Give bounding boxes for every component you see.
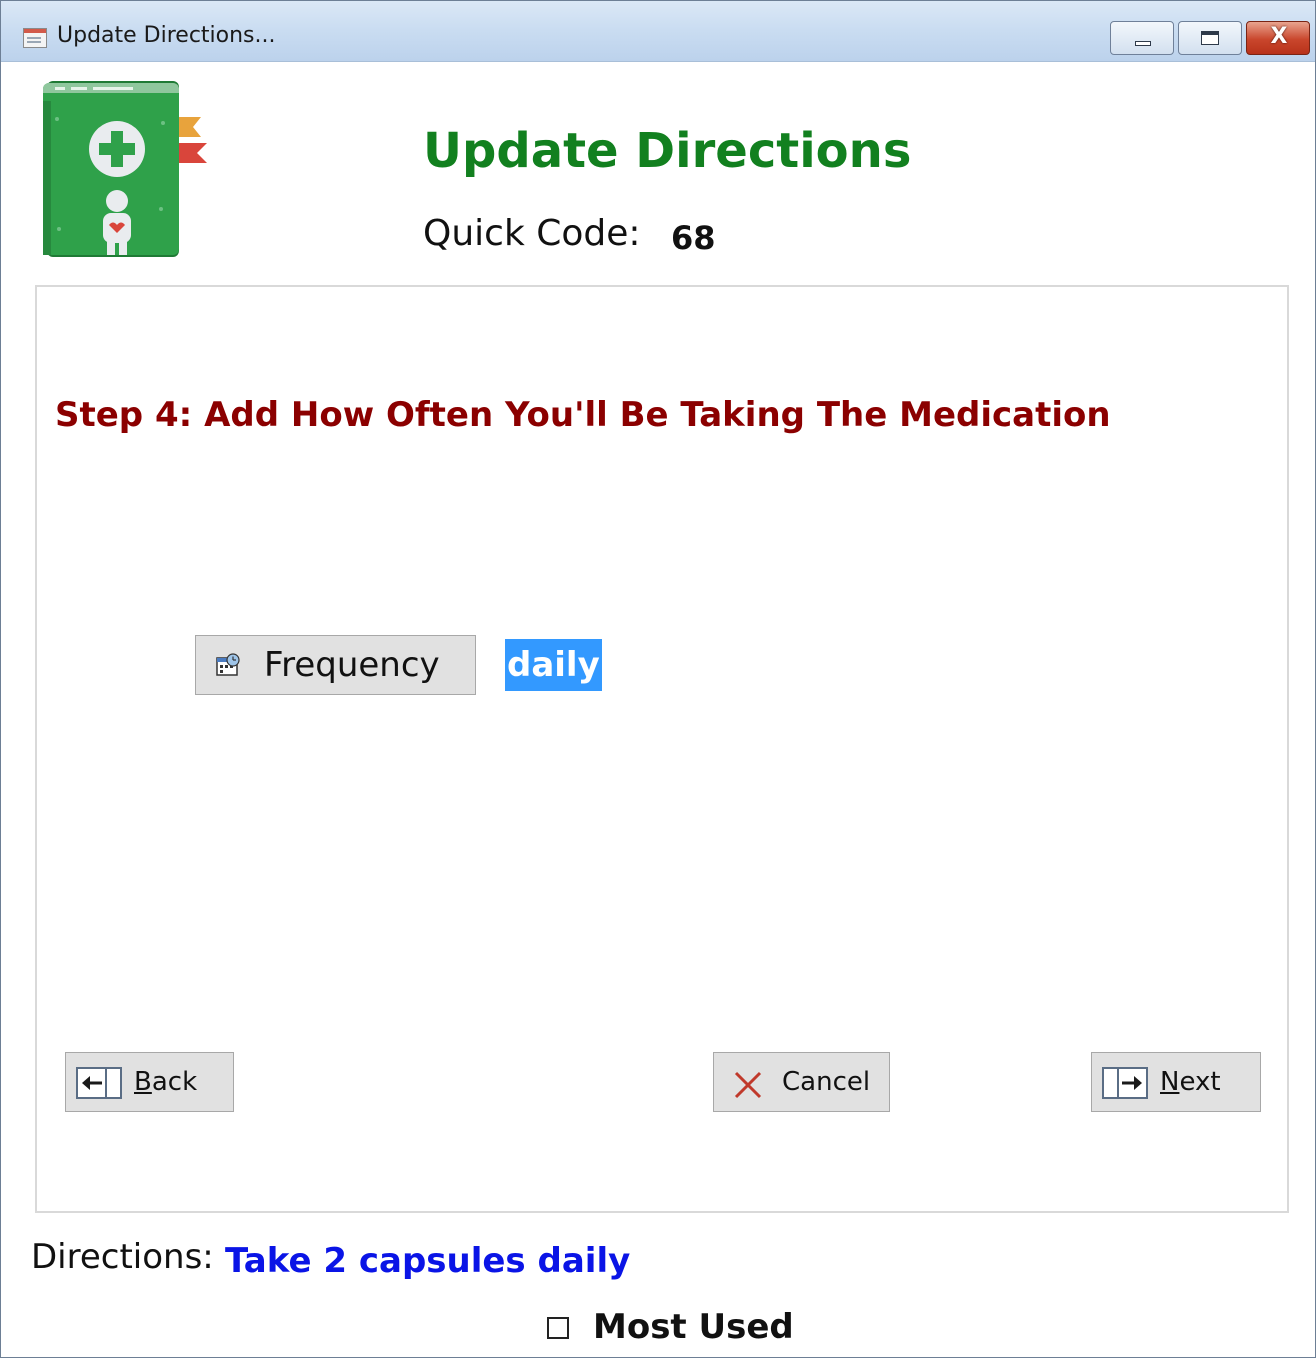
frequency-button[interactable]: Frequency	[195, 635, 476, 695]
quick-code-label: Quick Code:	[423, 213, 641, 254]
quick-code-value: 68	[671, 219, 716, 257]
next-arrow-icon	[1102, 1067, 1148, 1099]
title-bar[interactable]: Update Directions... X	[1, 1, 1315, 62]
maximize-icon	[1201, 31, 1219, 45]
next-button-label: Next	[1160, 1067, 1221, 1097]
frequency-icon	[216, 653, 240, 676]
maximize-button[interactable]	[1178, 21, 1242, 55]
cancel-button[interactable]: Cancel	[713, 1052, 890, 1112]
back-arrow-icon	[76, 1067, 122, 1099]
step-title: Step 4: Add How Often You'll Be Taking T…	[55, 395, 1111, 435]
close-button[interactable]: X	[1246, 21, 1310, 55]
directions-label: Directions:	[31, 1237, 214, 1277]
minimize-button[interactable]	[1110, 21, 1174, 55]
frequency-value[interactable]: daily	[505, 639, 602, 691]
page-title: Update Directions	[423, 123, 912, 179]
back-button[interactable]: Back	[65, 1052, 234, 1112]
back-button-label: Back	[134, 1067, 198, 1097]
most-used-label[interactable]: Most Used	[593, 1307, 794, 1347]
frequency-button-label: Frequency	[264, 645, 440, 685]
update-directions-window: Update Directions... X Update Directions…	[0, 0, 1316, 1358]
cancel-x-icon	[734, 1071, 762, 1099]
form-window-icon	[23, 28, 47, 48]
medical-book-icon	[43, 81, 207, 257]
directions-value: Take 2 capsules daily	[225, 1241, 631, 1281]
step-panel: Step 4: Add How Often You'll Be Taking T…	[35, 285, 1289, 1213]
next-button[interactable]: Next	[1091, 1052, 1261, 1112]
minimize-icon	[1135, 41, 1151, 46]
most-used-checkbox[interactable]	[547, 1317, 569, 1339]
window-title: Update Directions...	[57, 23, 276, 48]
close-icon: X	[1270, 24, 1288, 49]
cancel-button-label: Cancel	[782, 1067, 871, 1097]
